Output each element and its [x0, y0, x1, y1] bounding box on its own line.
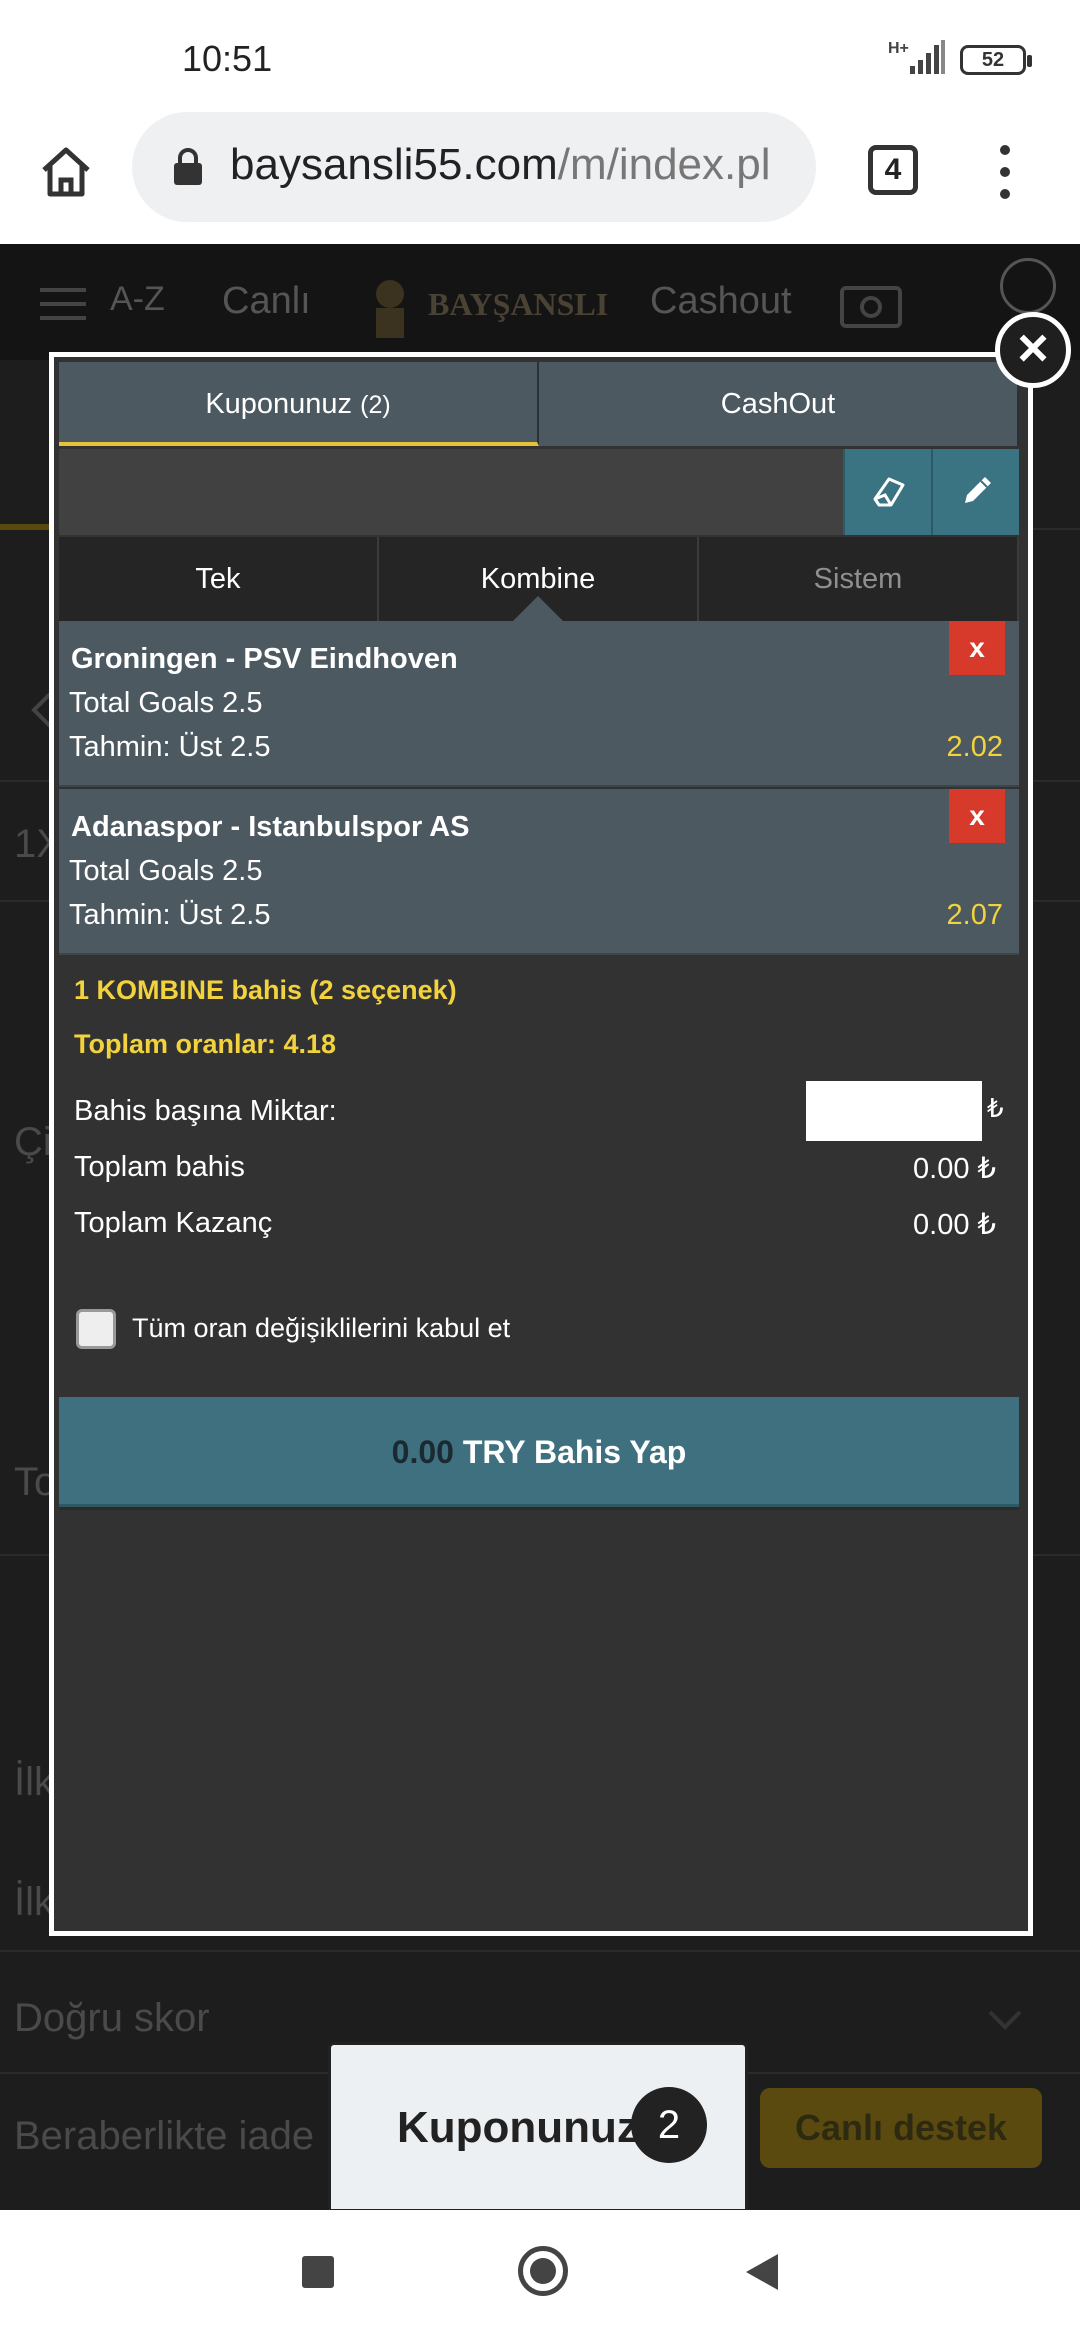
- tab-single[interactable]: Tek: [59, 537, 379, 621]
- selection-odds: 2.02: [946, 731, 1003, 763]
- browser-toolbar: baysansli55.com/m/index.pl 4: [0, 112, 1080, 244]
- tab-system[interactable]: Sistem: [699, 537, 1019, 621]
- home-nav-icon[interactable]: [518, 2246, 568, 2296]
- close-modal-button[interactable]: ×: [995, 312, 1071, 388]
- accept-odds-changes-label: Tüm oran değişiklilerini kabul et: [132, 1313, 511, 1343]
- total-win-label: Toplam Kazanç: [74, 1207, 273, 1239]
- selection-market: Total Goals 2.5: [69, 687, 263, 719]
- selection-market: Total Goals 2.5: [69, 855, 263, 887]
- lock-icon: [174, 148, 202, 185]
- tab-coupon-count: (2): [360, 391, 391, 419]
- url-text: baysansli55.com/m/index.pl: [230, 140, 810, 190]
- live-link[interactable]: Canlı: [222, 280, 311, 323]
- selection-pick: Tahmin: Üst 2.5: [69, 731, 271, 763]
- selection-match: Adanaspor - Istanbulspor AS: [71, 811, 470, 843]
- bg-row-label: Doğru skor: [14, 1996, 210, 2040]
- remove-selection-button[interactable]: x: [949, 621, 1005, 675]
- stake-label: Bahis başına Miktar:: [74, 1095, 337, 1127]
- site-header: A-Z Canlı BAYŞANSLI Cashout: [0, 244, 1080, 360]
- more-menu-icon[interactable]: [990, 142, 1020, 202]
- battery-icon: 52: [960, 45, 1032, 75]
- live-support-button[interactable]: Canlı destek: [760, 2088, 1042, 2168]
- bet-selection: Groningen - PSV Eindhoven Total Goals 2.…: [59, 621, 1019, 787]
- total-bet-label: Toplam bahis: [74, 1151, 245, 1183]
- bet-selection: Adanaspor - Istanbulspor AS Total Goals …: [59, 789, 1019, 955]
- cash-icon[interactable]: [838, 274, 904, 330]
- total-odds: Toplam oranlar: 4.18: [74, 1029, 337, 1059]
- selection-odds: 2.07: [946, 899, 1003, 931]
- place-bet-amount: 0.00: [391, 1434, 454, 1470]
- cashout-link[interactable]: Cashout: [650, 280, 792, 323]
- list-item: [0, 1950, 1080, 1952]
- chevron-down-icon[interactable]: [988, 2010, 1022, 2030]
- recents-icon[interactable]: [302, 2256, 334, 2288]
- pencil-icon: [965, 477, 991, 503]
- divider: [59, 1507, 1019, 1510]
- bg-row-label: Beraberlikte iade: [14, 2114, 315, 2158]
- url-path: /m/index.pl: [557, 140, 771, 189]
- total-win-value: 0.00 ₺: [913, 1209, 996, 1241]
- clear-button[interactable]: [843, 449, 931, 535]
- home-icon[interactable]: [36, 142, 96, 202]
- coupon-tab-label: Kuponunuz: [397, 2103, 639, 2152]
- tab-switcher-button[interactable]: 4: [868, 145, 918, 195]
- stake-input[interactable]: [806, 1081, 982, 1141]
- combo-summary: 1 KOMBINE bahis (2 seçenek): [74, 975, 457, 1005]
- status-bar: 10:51 H+ 52: [0, 0, 1080, 112]
- remove-selection-button[interactable]: x: [949, 789, 1005, 843]
- accept-odds-changes-checkbox[interactable]: [76, 1309, 116, 1349]
- bet-slip-toolbar: [59, 449, 1019, 535]
- bet-slip-modal: Kuponunuz (2) CashOut Tek Kombine Sistem…: [49, 352, 1033, 1936]
- signal-icon: [910, 40, 945, 74]
- eraser-icon: [873, 477, 905, 507]
- hamburger-menu-icon[interactable]: [40, 288, 86, 320]
- back-icon[interactable]: [746, 2254, 778, 2290]
- avatar[interactable]: [1000, 258, 1056, 314]
- system-nav-bar: [0, 2210, 1080, 2340]
- status-time: 10:51: [182, 38, 273, 79]
- coupon-tab[interactable]: Kuponunuz 2: [328, 2042, 748, 2212]
- total-bet-value: 0.00 ₺: [913, 1153, 996, 1185]
- tab-cashout[interactable]: CashOut: [539, 362, 1019, 446]
- site-logo[interactable]: BAYŞANSLI: [360, 264, 610, 344]
- selection-match: Groningen - PSV Eindhoven: [71, 643, 458, 675]
- selection-pick: Tahmin: Üst 2.5: [69, 899, 271, 931]
- address-bar[interactable]: baysansli55.com/m/index.pl: [132, 112, 816, 222]
- logo-text: BAYŞANSLI: [428, 286, 609, 322]
- bet-type-tabs: Tek Kombine Sistem: [59, 537, 1019, 622]
- az-link[interactable]: A-Z: [110, 280, 165, 319]
- tab-combination[interactable]: Kombine: [379, 537, 699, 622]
- tab-coupon[interactable]: Kuponunuz (2): [59, 362, 539, 446]
- bet-slip-tabs: Kuponunuz (2) CashOut: [59, 362, 1019, 446]
- url-host: baysansli55.com: [230, 140, 558, 189]
- place-bet-button[interactable]: 0.00 TRY Bahis Yap: [59, 1397, 1019, 1507]
- currency-symbol: ₺: [987, 1093, 1004, 1123]
- bg-row-label: Çi: [14, 1120, 52, 1164]
- edit-button[interactable]: [931, 449, 1019, 535]
- tab-coupon-label: Kuponunuz: [205, 388, 353, 420]
- active-underline: [0, 524, 52, 530]
- coupon-count-badge: 2: [631, 2087, 707, 2163]
- place-bet-label: TRY Bahis Yap: [453, 1434, 687, 1470]
- bg-row-label: İlk: [14, 1760, 54, 1804]
- bg-row-label: İlk: [14, 1880, 54, 1924]
